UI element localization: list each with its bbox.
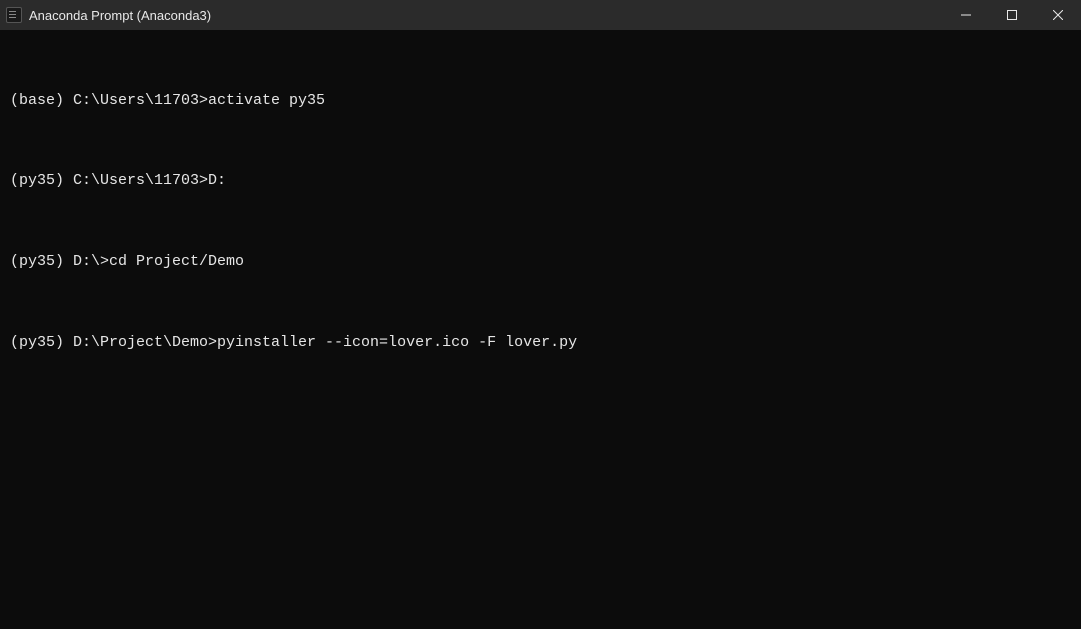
close-icon: [1053, 10, 1063, 20]
app-icon: [6, 7, 22, 23]
terminal-content[interactable]: (base) C:\Users\11703>activate py35 (py3…: [0, 30, 1081, 383]
maximize-icon: [1007, 10, 1017, 20]
terminal-line: (py35) D:\>cd Project/Demo: [10, 252, 1071, 272]
terminal-line: (py35) C:\Users\11703>D:: [10, 171, 1071, 191]
terminal-line: (py35) D:\Project\Demo>pyinstaller --ico…: [10, 333, 1071, 353]
window-controls: [943, 0, 1081, 30]
terminal-line: (base) C:\Users\11703>activate py35: [10, 91, 1071, 111]
window-title: Anaconda Prompt (Anaconda3): [29, 8, 211, 23]
close-button[interactable]: [1035, 0, 1081, 30]
window-titlebar: Anaconda Prompt (Anaconda3): [0, 0, 1081, 30]
minimize-icon: [961, 10, 971, 20]
maximize-button[interactable]: [989, 0, 1035, 30]
minimize-button[interactable]: [943, 0, 989, 30]
titlebar-left: Anaconda Prompt (Anaconda3): [0, 7, 211, 23]
